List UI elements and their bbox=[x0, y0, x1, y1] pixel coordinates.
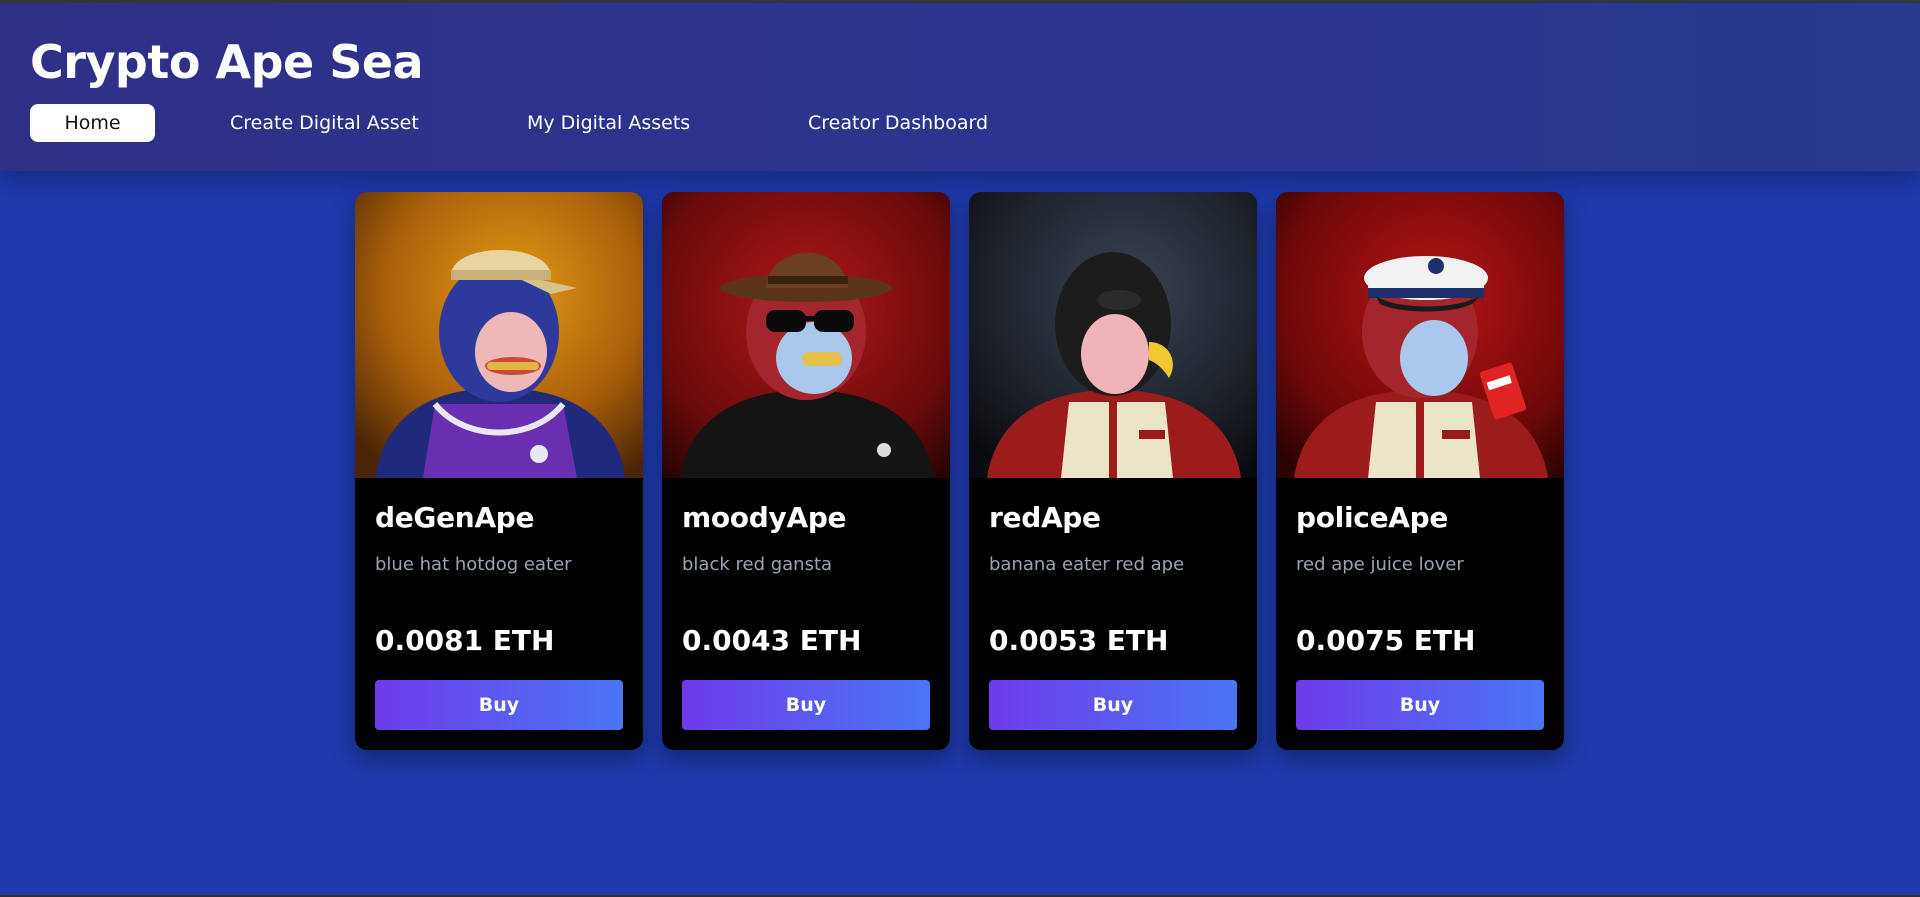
buy-button[interactable]: Buy bbox=[989, 680, 1237, 730]
main-nav: Home Create Digital Asset My Digital Ass… bbox=[30, 104, 1130, 142]
nav-my-digital-assets[interactable]: My Digital Assets bbox=[527, 104, 690, 142]
nft-name: deGenApe bbox=[375, 501, 535, 534]
nft-card: redApe banana eater red ape 0.0053 ETH B… bbox=[969, 192, 1257, 750]
nav-creator-dashboard[interactable]: Creator Dashboard bbox=[808, 104, 988, 142]
nft-name: redApe bbox=[989, 501, 1101, 534]
nft-description: black red gansta bbox=[682, 554, 833, 575]
buy-button[interactable]: Buy bbox=[375, 680, 623, 730]
nft-card: deGenApe blue hat hotdog eater 0.0081 ET… bbox=[355, 192, 643, 750]
buy-button[interactable]: Buy bbox=[1296, 680, 1544, 730]
nft-price: 0.0081 ETH bbox=[375, 624, 555, 657]
nav-create-digital-asset[interactable]: Create Digital Asset bbox=[230, 104, 419, 142]
site-title: Crypto Ape Sea bbox=[30, 35, 424, 89]
nft-price: 0.0075 ETH bbox=[1296, 624, 1476, 657]
nft-description: red ape juice lover bbox=[1296, 554, 1464, 575]
nft-image[interactable] bbox=[662, 192, 950, 478]
nft-description: banana eater red ape bbox=[989, 554, 1185, 575]
buy-button[interactable]: Buy bbox=[682, 680, 930, 730]
nft-name: moodyApe bbox=[682, 501, 847, 534]
site-header: Crypto Ape Sea Home Create Digital Asset… bbox=[0, 3, 1920, 171]
nft-card: policeApe red ape juice lover 0.0075 ETH… bbox=[1276, 192, 1564, 750]
nft-image[interactable] bbox=[1276, 192, 1564, 478]
nft-price: 0.0053 ETH bbox=[989, 624, 1169, 657]
nft-image[interactable] bbox=[969, 192, 1257, 478]
nft-name: policeApe bbox=[1296, 501, 1449, 534]
nav-home[interactable]: Home bbox=[30, 104, 155, 142]
nft-card: moodyApe black red gansta 0.0043 ETH Buy bbox=[662, 192, 950, 750]
nft-description: blue hat hotdog eater bbox=[375, 554, 572, 575]
nft-price: 0.0043 ETH bbox=[682, 624, 862, 657]
nft-image[interactable] bbox=[355, 192, 643, 478]
